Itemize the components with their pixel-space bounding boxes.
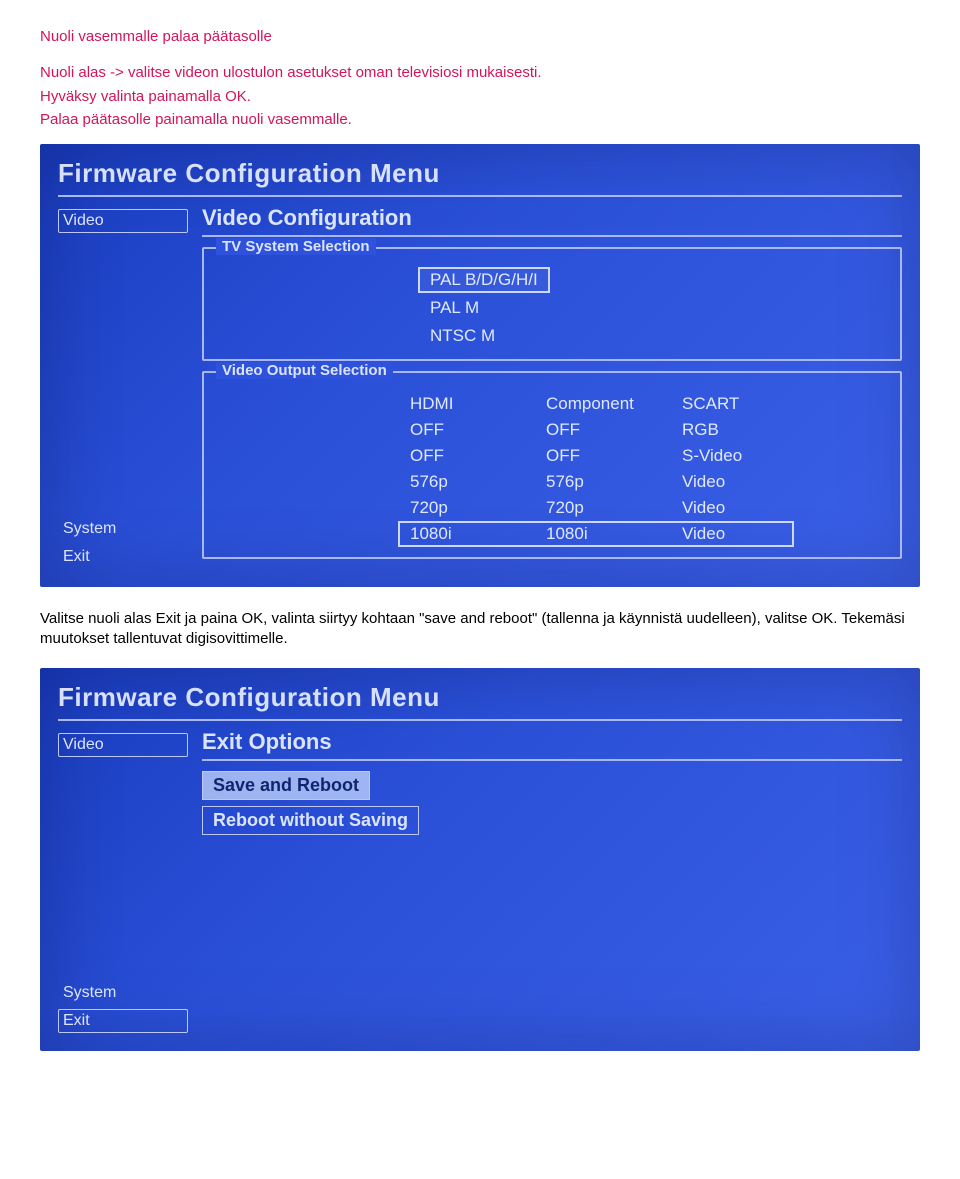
divider (58, 195, 902, 197)
col-header: HDMI (410, 394, 510, 414)
instruction-line: Hyväksy valinta painamalla OK. (40, 87, 920, 107)
section-title: Video Configuration (202, 205, 902, 231)
tv-system-option[interactable]: PAL B/D/G/H/I (418, 267, 550, 293)
instruction-line: Nuoli vasemmalle palaa päätasolle (40, 27, 920, 47)
video-output-row[interactable]: 1080i 1080i Video (398, 521, 794, 547)
video-output-row[interactable]: OFF OFF RGB (398, 417, 794, 443)
tv-system-selection-group: TV System Selection PAL B/D/G/H/I PAL M … (202, 247, 902, 361)
sidebar-item-system[interactable]: System (58, 981, 188, 1005)
video-output-header-row: HDMI Component SCART (398, 391, 794, 417)
col-header: Component (546, 394, 646, 414)
instruction-line: Nuoli alas -> valitse videon ulostulon a… (40, 63, 920, 83)
divider (202, 759, 902, 761)
instruction-line: Palaa päätasolle painamalla nuoli vasemm… (40, 110, 920, 130)
sidebar-item-exit[interactable]: Exit (58, 1009, 188, 1033)
sidebar-item-exit[interactable]: Exit (58, 545, 188, 569)
instruction-paragraph: Valitse nuoli alas Exit ja paina OK, val… (40, 609, 920, 650)
group-label: Video Output Selection (216, 362, 393, 379)
firmware-menu-screenshot-exit: Firmware Configuration Menu Video System… (40, 668, 920, 1051)
menu-title: Firmware Configuration Menu (58, 682, 902, 713)
sidebar-item-video[interactable]: Video (58, 733, 188, 757)
sidebar-item-video[interactable]: Video (58, 209, 188, 233)
tv-system-option[interactable]: NTSC M (418, 323, 507, 349)
tv-system-option[interactable]: PAL M (418, 295, 491, 321)
video-output-row[interactable]: 720p 720p Video (398, 495, 794, 521)
sidebar-item-system[interactable]: System (58, 517, 188, 541)
section-title: Exit Options (202, 729, 902, 755)
exit-option-reboot-no-save[interactable]: Reboot without Saving (202, 806, 419, 835)
sidebar: Video System Exit (58, 729, 188, 1033)
col-header: SCART (682, 394, 782, 414)
divider (202, 235, 902, 237)
firmware-menu-screenshot-video: Firmware Configuration Menu Video System… (40, 144, 920, 587)
video-output-row[interactable]: 576p 576p Video (398, 469, 794, 495)
menu-title: Firmware Configuration Menu (58, 158, 902, 189)
instructions-block: Nuoli vasemmalle palaa päätasolle Nuoli … (40, 27, 920, 130)
video-output-row[interactable]: OFF OFF S-Video (398, 443, 794, 469)
exit-option-save-reboot[interactable]: Save and Reboot (202, 771, 370, 800)
sidebar: Video System Exit (58, 205, 188, 569)
divider (58, 719, 902, 721)
group-label: TV System Selection (216, 238, 376, 255)
video-output-selection-group: Video Output Selection HDMI Component SC… (202, 371, 902, 559)
